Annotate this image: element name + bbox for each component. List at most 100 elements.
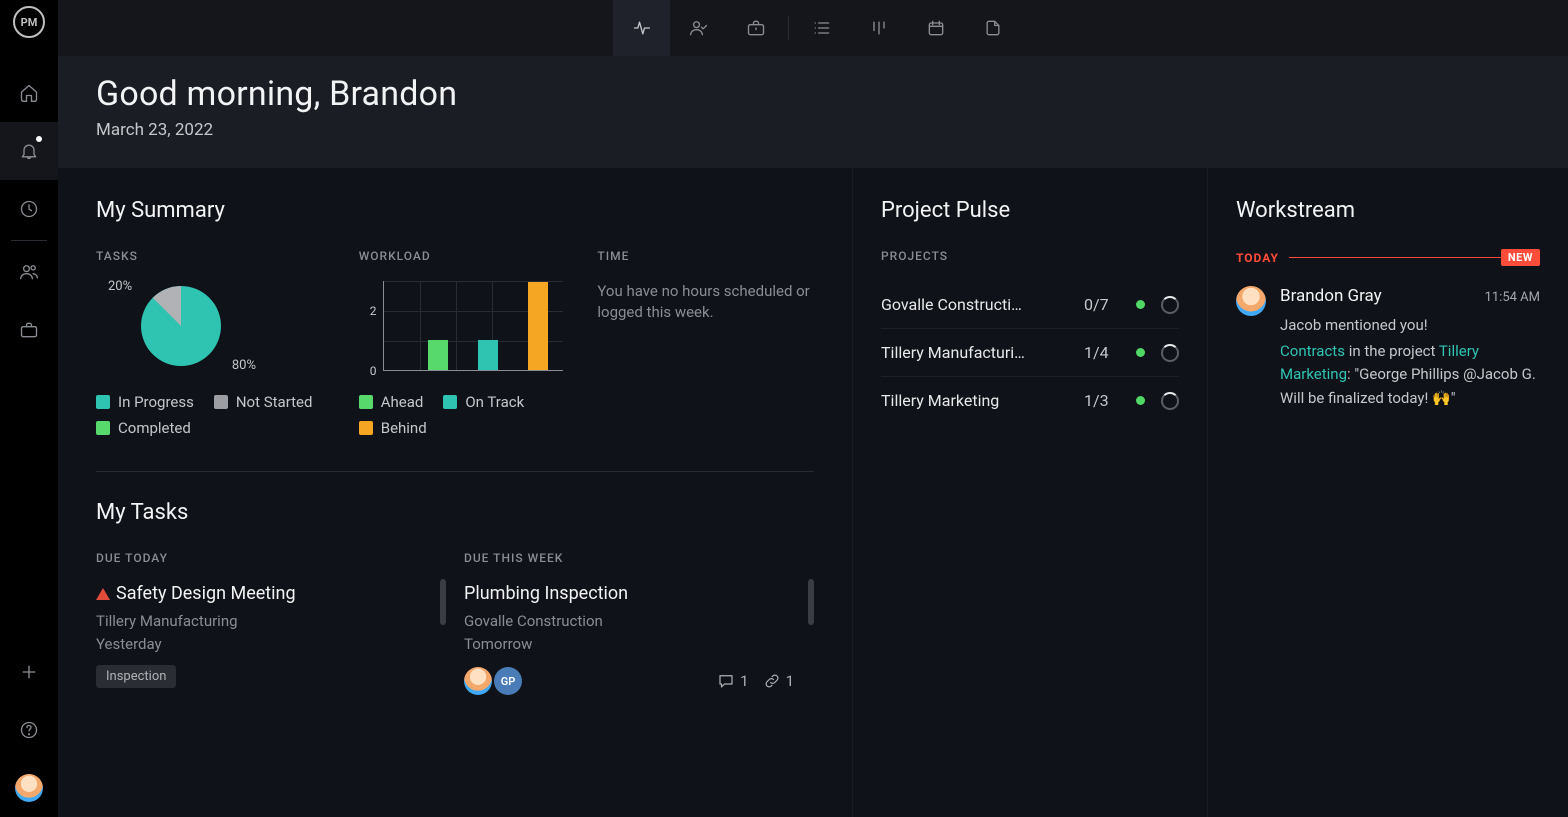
nav-add[interactable] bbox=[0, 643, 58, 701]
scroll-thumb[interactable] bbox=[808, 579, 814, 625]
legend-item: Ahead bbox=[359, 393, 424, 411]
nav-notifications[interactable] bbox=[0, 122, 58, 180]
summary-tasks-block: TASKS 20% 80% In Progress Not Started bbox=[96, 249, 349, 437]
project-row[interactable]: Tillery Marketing 1/3 bbox=[881, 377, 1179, 424]
ws-today-divider: TODAY NEW bbox=[1236, 249, 1540, 266]
my-tasks-title: My Tasks bbox=[96, 500, 814, 525]
bar-ontrack bbox=[478, 340, 498, 370]
clock-icon bbox=[19, 199, 39, 219]
legend-item: Not Started bbox=[214, 393, 313, 411]
status-dot-icon bbox=[1136, 396, 1145, 405]
legend-item: Behind bbox=[359, 419, 427, 437]
app-logo[interactable]: PM bbox=[13, 6, 45, 38]
content: My Summary TASKS 20% 80% bbox=[58, 168, 1568, 817]
nav-team[interactable] bbox=[0, 243, 58, 301]
due-today-label: DUE TODAY bbox=[96, 551, 426, 565]
swatch bbox=[359, 395, 373, 409]
legend-label: Ahead bbox=[381, 393, 424, 411]
pie-label-80: 80% bbox=[232, 358, 256, 373]
greeting-text: Good morning, Brandon bbox=[96, 74, 1530, 114]
legend-label: Not Started bbox=[236, 393, 313, 411]
swatch bbox=[443, 395, 457, 409]
ws-author: Brandon Gray bbox=[1280, 286, 1382, 306]
calendar-icon bbox=[926, 18, 946, 38]
project-count: 0/7 bbox=[1084, 295, 1120, 314]
summary-time-block: TIME You have no hours scheduled or logg… bbox=[597, 249, 814, 437]
status-dot-icon bbox=[1136, 300, 1145, 309]
ws-message: Contracts in the project Tillery Marketi… bbox=[1280, 340, 1540, 410]
summary-workload-block: WORKLOAD 2 0 bbox=[359, 249, 588, 437]
legend-label: Behind bbox=[381, 419, 427, 437]
bar-chart: 2 0 bbox=[383, 281, 563, 371]
pie-label-20: 20% bbox=[108, 279, 132, 294]
task-card[interactable]: Safety Design Meeting Tillery Manufactur… bbox=[96, 583, 426, 688]
bell-icon bbox=[19, 141, 39, 161]
divider bbox=[96, 471, 814, 472]
scroll-thumb[interactable] bbox=[440, 579, 446, 625]
legend-label: In Progress bbox=[118, 393, 194, 411]
project-count: 1/3 bbox=[1084, 391, 1120, 410]
bar-ahead bbox=[428, 340, 448, 370]
briefcase2-icon bbox=[746, 18, 766, 38]
assignee-avatar bbox=[464, 667, 492, 695]
tab-team[interactable] bbox=[670, 0, 727, 56]
workload-label: WORKLOAD bbox=[359, 249, 588, 263]
ws-time: 11:54 AM bbox=[1485, 290, 1540, 305]
loading-spinner-icon bbox=[1161, 344, 1179, 362]
ws-link-contracts[interactable]: Contracts bbox=[1280, 342, 1345, 360]
project-row[interactable]: Govalle Constructi… 0/7 bbox=[881, 281, 1179, 329]
nav-time[interactable] bbox=[0, 180, 58, 238]
list-icon bbox=[812, 18, 832, 38]
tab-portfolio[interactable] bbox=[727, 0, 784, 56]
nav-help[interactable] bbox=[0, 701, 58, 759]
task-when: Yesterday bbox=[96, 633, 426, 656]
column-summary-tasks: My Summary TASKS 20% 80% bbox=[58, 168, 853, 817]
nav-profile[interactable] bbox=[0, 759, 58, 817]
bar-ytick-2: 2 bbox=[370, 304, 377, 318]
nav-home[interactable] bbox=[0, 64, 58, 122]
home-icon bbox=[19, 83, 39, 103]
projects-label: PROJECTS bbox=[881, 249, 1179, 263]
ws-mention-line: Jacob mentioned you! bbox=[1280, 316, 1540, 334]
pie-svg bbox=[136, 281, 226, 371]
tab-list[interactable] bbox=[793, 0, 850, 56]
project-name: Tillery Manufacturi… bbox=[881, 343, 1084, 362]
legend-item: Completed bbox=[96, 419, 191, 437]
tab-calendar[interactable] bbox=[907, 0, 964, 56]
ws-new-badge: NEW bbox=[1501, 249, 1540, 266]
task-project: Govalle Construction bbox=[464, 610, 794, 633]
tasks-legend: In Progress Not Started Completed bbox=[96, 393, 349, 437]
pie-chart: 20% 80% bbox=[136, 281, 226, 371]
task-tag: Inspection bbox=[96, 665, 176, 688]
due-week-col: DUE THIS WEEK Plumbing Inspection Govall… bbox=[464, 551, 814, 695]
team-icon bbox=[689, 18, 709, 38]
workstream-title: Workstream bbox=[1236, 198, 1540, 223]
nav-portfolio[interactable] bbox=[0, 301, 58, 359]
swatch bbox=[96, 395, 110, 409]
legend-item: In Progress bbox=[96, 393, 194, 411]
project-name: Govalle Constructi… bbox=[881, 295, 1084, 314]
due-today-col: DUE TODAY Safety Design Meeting Tillery … bbox=[96, 551, 446, 695]
main-area: Good morning, Brandon March 23, 2022 My … bbox=[58, 0, 1568, 817]
task-card[interactable]: Plumbing Inspection Govalle Construction… bbox=[464, 583, 794, 695]
time-label: TIME bbox=[597, 249, 814, 263]
users-icon bbox=[19, 262, 39, 282]
link-icon bbox=[763, 672, 781, 690]
comment-count[interactable]: 1 bbox=[717, 672, 748, 690]
comment-icon bbox=[717, 672, 735, 690]
legend-item: On Track bbox=[443, 393, 524, 411]
project-row[interactable]: Tillery Manufacturi… 1/4 bbox=[881, 329, 1179, 377]
swatch bbox=[359, 421, 373, 435]
briefcase-icon bbox=[19, 320, 39, 340]
tab-pulse[interactable] bbox=[613, 0, 670, 56]
board-icon bbox=[869, 18, 889, 38]
task-name: Safety Design Meeting bbox=[116, 583, 296, 604]
loading-spinner-icon bbox=[1161, 296, 1179, 314]
swatch bbox=[96, 421, 110, 435]
workstream-item[interactable]: Brandon Gray 11:54 AM Jacob mentioned yo… bbox=[1236, 286, 1540, 410]
tab-files[interactable] bbox=[964, 0, 1021, 56]
tab-board[interactable] bbox=[850, 0, 907, 56]
page-header: Good morning, Brandon March 23, 2022 bbox=[58, 56, 1568, 168]
attachment-count[interactable]: 1 bbox=[763, 672, 794, 690]
task-project: Tillery Manufacturing bbox=[96, 610, 426, 633]
